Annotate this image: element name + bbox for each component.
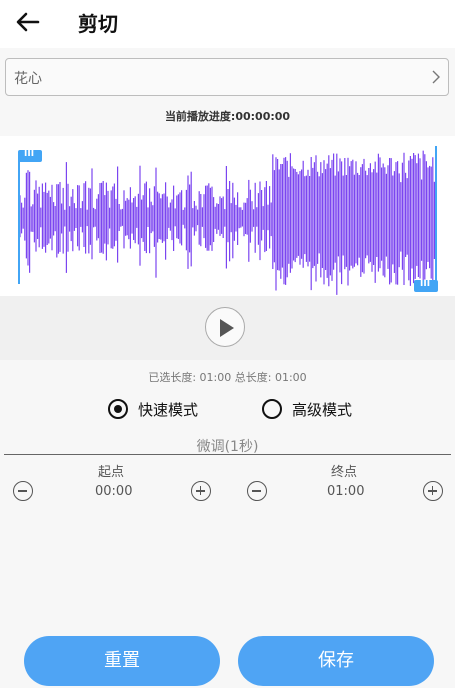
chevron-right-icon bbox=[432, 70, 440, 84]
radio-unchecked-icon bbox=[262, 399, 282, 419]
save-button[interactable]: 保存 bbox=[238, 636, 434, 686]
page-title: 剪切 bbox=[78, 12, 118, 36]
end-handle-grip: III bbox=[420, 279, 431, 289]
divider bbox=[4, 454, 451, 455]
end-handle-line bbox=[435, 146, 437, 282]
end-handle[interactable]: III bbox=[414, 279, 438, 292]
radio-fast-mode[interactable]: 快速模式 bbox=[108, 397, 208, 421]
radio-advanced-mode[interactable]: 高级模式 bbox=[262, 397, 362, 421]
radio-fast-mode-label: 快速模式 bbox=[138, 401, 199, 419]
app-header: 剪切 bbox=[0, 0, 455, 48]
start-handle[interactable]: III bbox=[18, 149, 42, 162]
waveform bbox=[19, 150, 435, 295]
play-icon bbox=[220, 319, 234, 337]
reset-button[interactable]: 重置 bbox=[24, 636, 220, 686]
play-button[interactable] bbox=[205, 307, 245, 347]
start-increase-button[interactable] bbox=[191, 481, 211, 501]
start-decrease-button[interactable] bbox=[13, 481, 33, 501]
song-name: 花心 bbox=[14, 71, 42, 87]
fine-tune-title: 微调(1秒) bbox=[196, 439, 259, 455]
end-decrease-button[interactable] bbox=[247, 481, 267, 501]
end-time-value: 01:00 bbox=[327, 484, 365, 499]
playback-progress: 当前播放进度:00:00:00 bbox=[164, 110, 291, 123]
waveform-area[interactable]: III III bbox=[0, 136, 455, 296]
start-point-label: 起点 bbox=[98, 465, 125, 480]
end-increase-button[interactable] bbox=[423, 481, 443, 501]
radio-checked-icon bbox=[108, 399, 128, 419]
start-handle-line bbox=[18, 158, 20, 284]
song-selector[interactable]: 花心 bbox=[5, 58, 449, 96]
end-point-label: 终点 bbox=[331, 465, 358, 480]
length-info: 已选长度: 01:00 总长度: 01:00 bbox=[148, 371, 307, 384]
start-handle-grip: III bbox=[24, 149, 35, 159]
start-time-value: 00:00 bbox=[95, 484, 133, 499]
radio-advanced-mode-label: 高级模式 bbox=[292, 401, 353, 419]
arrow-left-icon[interactable] bbox=[14, 10, 42, 34]
